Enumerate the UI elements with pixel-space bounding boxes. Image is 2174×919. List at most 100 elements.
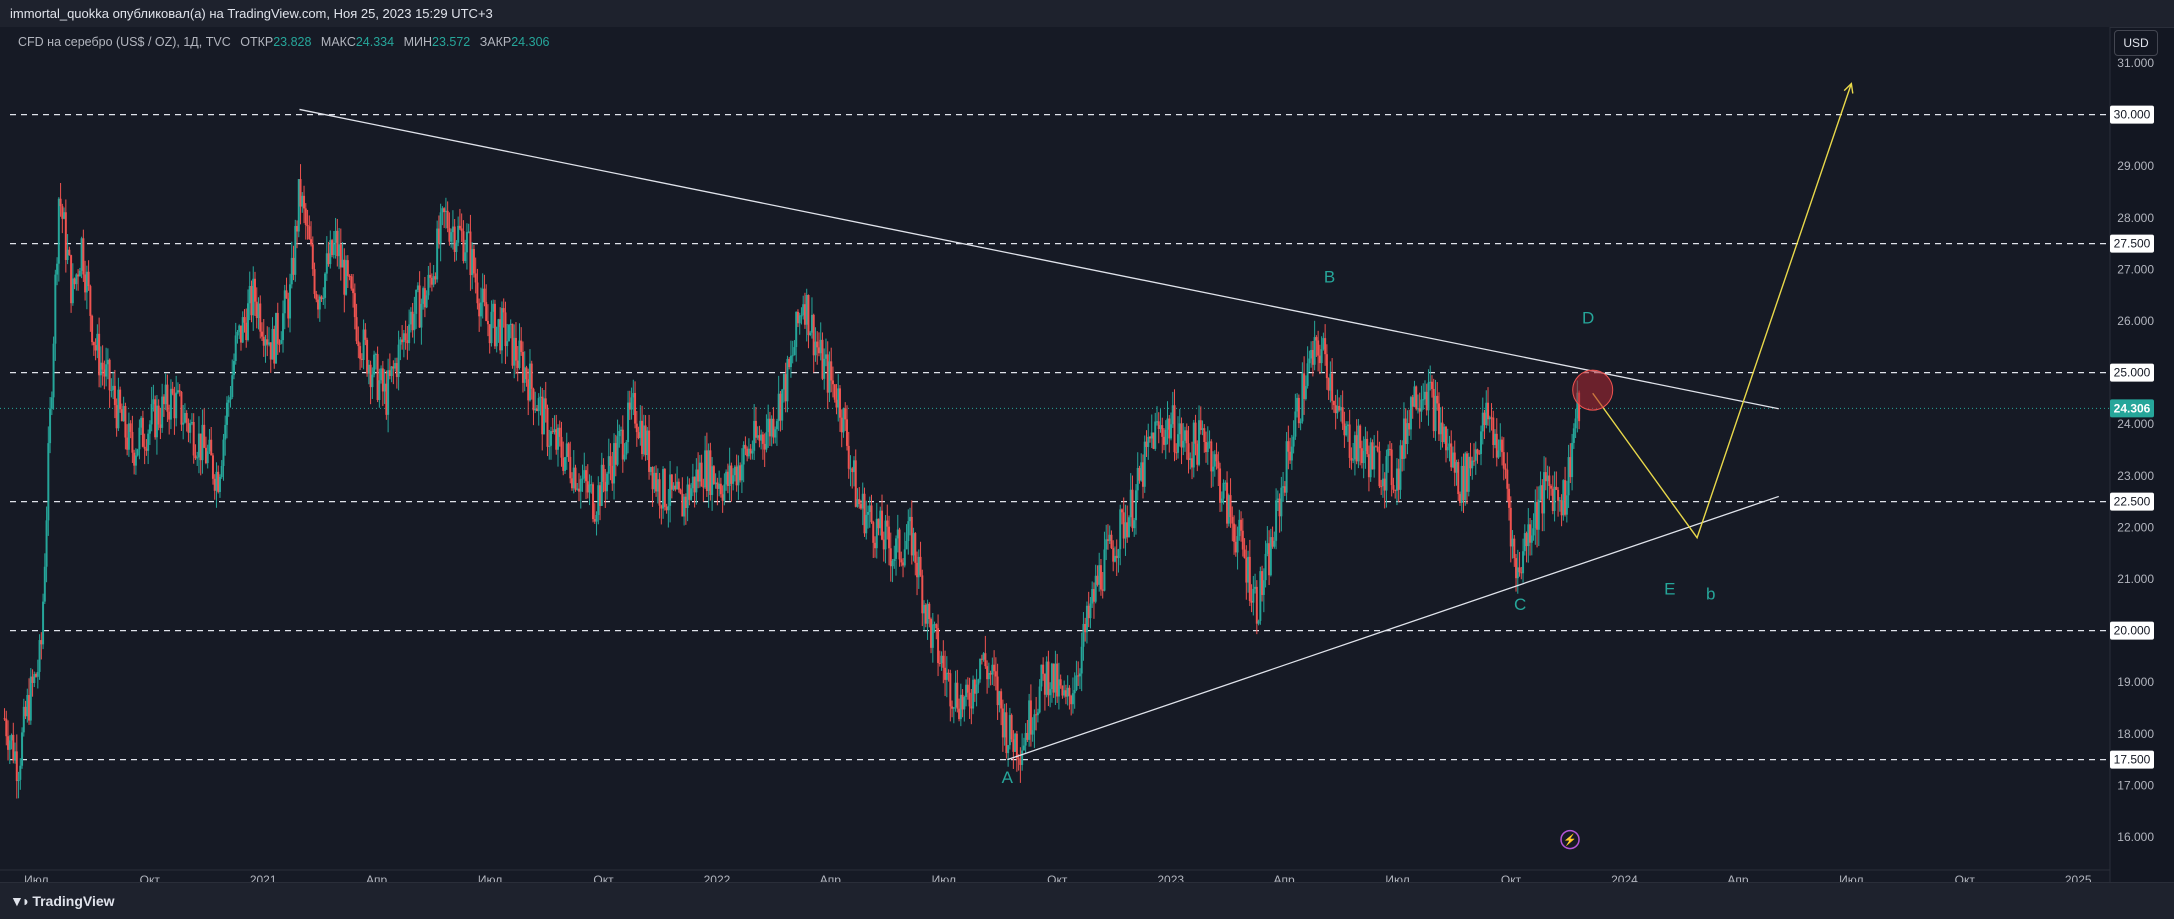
candle-body xyxy=(1534,501,1537,529)
candle-body xyxy=(884,520,887,550)
open-label: ОТКР xyxy=(240,35,274,49)
candle-body xyxy=(658,479,661,506)
candle-body xyxy=(1520,572,1523,574)
candle-body xyxy=(1336,405,1339,414)
candle-body xyxy=(514,337,517,361)
candle-body xyxy=(1028,700,1031,740)
candle-body xyxy=(800,315,803,317)
candle-body xyxy=(1536,501,1539,530)
candle-body xyxy=(1469,456,1472,469)
candle-body xyxy=(129,423,132,432)
candle-body xyxy=(21,732,24,766)
candle-body xyxy=(61,206,64,219)
candle-body xyxy=(495,326,498,347)
candle-body xyxy=(1571,442,1574,478)
candle-body xyxy=(704,450,707,488)
candle-body xyxy=(239,325,242,343)
candle-body xyxy=(490,311,493,344)
candle-body xyxy=(1236,536,1239,553)
candle-body xyxy=(1487,402,1490,420)
candle-body xyxy=(966,684,969,693)
candle-body xyxy=(544,398,547,409)
candle-body xyxy=(1098,565,1101,585)
candle-body xyxy=(944,667,947,680)
candle-body xyxy=(1255,586,1258,624)
candle-body xyxy=(171,388,174,394)
candle-body xyxy=(1387,448,1390,457)
candle-body xyxy=(1416,408,1419,410)
candle-body xyxy=(560,436,563,458)
candle-body xyxy=(206,451,209,464)
candle-body xyxy=(1094,575,1097,602)
candle-body xyxy=(38,640,41,672)
candle-body xyxy=(740,464,743,481)
candle-body xyxy=(677,481,680,490)
candle-body xyxy=(26,695,29,717)
brand-name: TradingView xyxy=(32,893,115,909)
candle-body xyxy=(457,225,460,243)
candle-body xyxy=(1485,402,1488,426)
candle-body xyxy=(546,408,549,447)
candle-body xyxy=(1436,395,1439,404)
candle-body xyxy=(1138,467,1141,481)
candle-body xyxy=(1551,488,1554,511)
y-tick-label: 22.000 xyxy=(2117,520,2154,534)
candle-body xyxy=(1473,460,1476,462)
candle-body xyxy=(555,429,558,450)
candle-body xyxy=(655,472,658,492)
candle-body xyxy=(392,366,395,369)
candle-body xyxy=(935,624,938,629)
candle-body xyxy=(683,496,686,517)
currency-button[interactable]: USD xyxy=(2114,30,2158,56)
candle-body xyxy=(211,455,214,479)
candle-body xyxy=(562,457,565,471)
candle-body xyxy=(812,314,815,356)
candlestick-chart[interactable]: 16.000 17.000 18.000 19.000 20.000 21.000 22.0… xyxy=(0,0,2174,918)
close-value: 24.306 xyxy=(511,35,550,49)
candle-body xyxy=(1008,715,1011,746)
candle-body xyxy=(910,516,913,556)
candle-body xyxy=(1164,429,1167,445)
candle-body xyxy=(1017,758,1020,760)
candle-body xyxy=(268,342,271,345)
candle-body xyxy=(271,328,274,360)
candle-body xyxy=(96,333,99,351)
candle-body xyxy=(639,420,642,439)
candle-body xyxy=(259,303,262,332)
close-label: ЗАКР xyxy=(479,35,512,49)
candle-body xyxy=(774,429,777,438)
candle-body xyxy=(628,402,631,410)
candle-body xyxy=(742,444,745,465)
candle-body xyxy=(1117,549,1120,559)
candle-body xyxy=(1136,467,1139,491)
candle-body xyxy=(416,285,419,290)
candle-body xyxy=(1068,687,1071,696)
candle-body xyxy=(166,384,169,412)
candle-body xyxy=(1173,405,1176,453)
candle-body xyxy=(1045,661,1048,695)
candle-body xyxy=(320,296,323,300)
candle-body xyxy=(106,359,109,365)
candle-body xyxy=(1010,715,1013,740)
candle-body xyxy=(1208,441,1211,443)
candle-body xyxy=(1170,424,1173,439)
candle-body xyxy=(308,226,311,240)
candle-body xyxy=(192,421,195,456)
candle-body xyxy=(1392,485,1395,490)
candle-body xyxy=(592,484,595,520)
candle-body xyxy=(916,562,919,578)
candle-body xyxy=(248,285,251,304)
candle-body xyxy=(1254,586,1257,589)
candle-body xyxy=(1175,452,1178,454)
candle-body xyxy=(553,429,556,433)
candle-body xyxy=(923,604,926,614)
candle-body xyxy=(185,413,188,423)
candle-body xyxy=(551,431,554,433)
candle-body xyxy=(397,344,400,378)
candle-body xyxy=(12,734,15,761)
candle-body xyxy=(481,288,484,303)
candle-body xyxy=(1348,424,1351,458)
candle-body xyxy=(1122,512,1125,539)
candle-body xyxy=(455,242,458,253)
candle-body xyxy=(10,734,13,741)
